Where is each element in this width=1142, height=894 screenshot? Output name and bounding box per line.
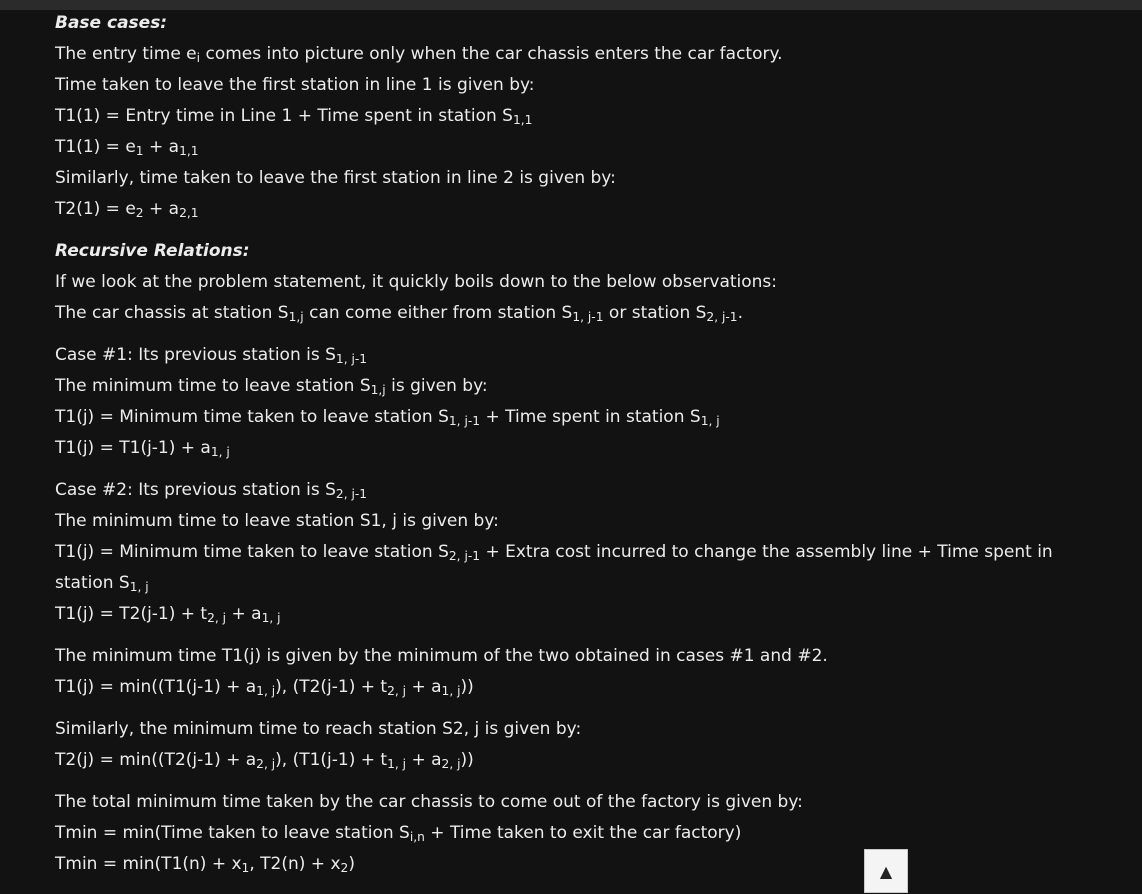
- text-first-station-line1: Time taken to leave the first station in…: [55, 75, 535, 95]
- formula-t2-1: T2(1) = e2 + a2,1: [55, 199, 199, 221]
- text-similarly-s2: Similarly, the minimum time to reach sta…: [55, 719, 582, 739]
- formula-case-1-words: T1(j) = Minimum time taken to leave stat…: [55, 407, 720, 429]
- heading-recursive-relations: Recursive Relations:: [55, 241, 250, 261]
- scroll-to-top-button[interactable]: ▲: [864, 849, 908, 893]
- text-case-1: Case #1: Its previous station is S1, j-1: [55, 345, 368, 367]
- formula-case-1: T1(j) = T1(j-1) + a1, j: [55, 438, 230, 460]
- formula-tmin-words: Tmin = min(Time taken to leave station S…: [55, 823, 742, 845]
- text-chassis-origin: The car chassis at station S1,j can come…: [55, 303, 743, 325]
- text-case-2: Case #2: Its previous station is S2, j-1: [55, 480, 368, 502]
- heading-base-cases: Base cases:: [55, 13, 168, 33]
- text-problem-statement: If we look at the problem statement, it …: [55, 272, 778, 292]
- up-triangle-icon: ▲: [879, 862, 893, 881]
- formula-t2-j-min: T2(j) = min((T2(j-1) + a2, j), (T1(j-1) …: [55, 750, 474, 772]
- text-min-of-cases: The minimum time T1(j) is given by the m…: [55, 646, 828, 666]
- formula-case-2-words: T1(j) = Minimum time taken to leave stat…: [55, 542, 1053, 564]
- text-case-2-min-time: The minimum time to leave station S1, j …: [55, 511, 499, 531]
- article-content: Base cases: The entry time ei comes into…: [55, 8, 1130, 880]
- text-total-min-time: The total minimum time taken by the car …: [55, 792, 803, 812]
- formula-t1-1-words: T1(1) = Entry time in Line 1 + Time spen…: [55, 106, 533, 128]
- formula-case-2-words-cont: station S1, j: [55, 573, 149, 595]
- text-entry-time: The entry time ei comes into picture onl…: [55, 44, 783, 66]
- text-case-1-min-time: The minimum time to leave station S1,j i…: [55, 376, 488, 398]
- formula-t1-1: T1(1) = e1 + a1,1: [55, 137, 199, 159]
- formula-case-2: T1(j) = T2(j-1) + t2, j + a1, j: [55, 604, 281, 626]
- text-first-station-line2: Similarly, time taken to leave the first…: [55, 168, 616, 188]
- formula-t1-j-min: T1(j) = min((T1(j-1) + a1, j), (T2(j-1) …: [55, 677, 474, 699]
- formula-tmin: Tmin = min(T1(n) + x1, T2(n) + x2): [55, 854, 355, 876]
